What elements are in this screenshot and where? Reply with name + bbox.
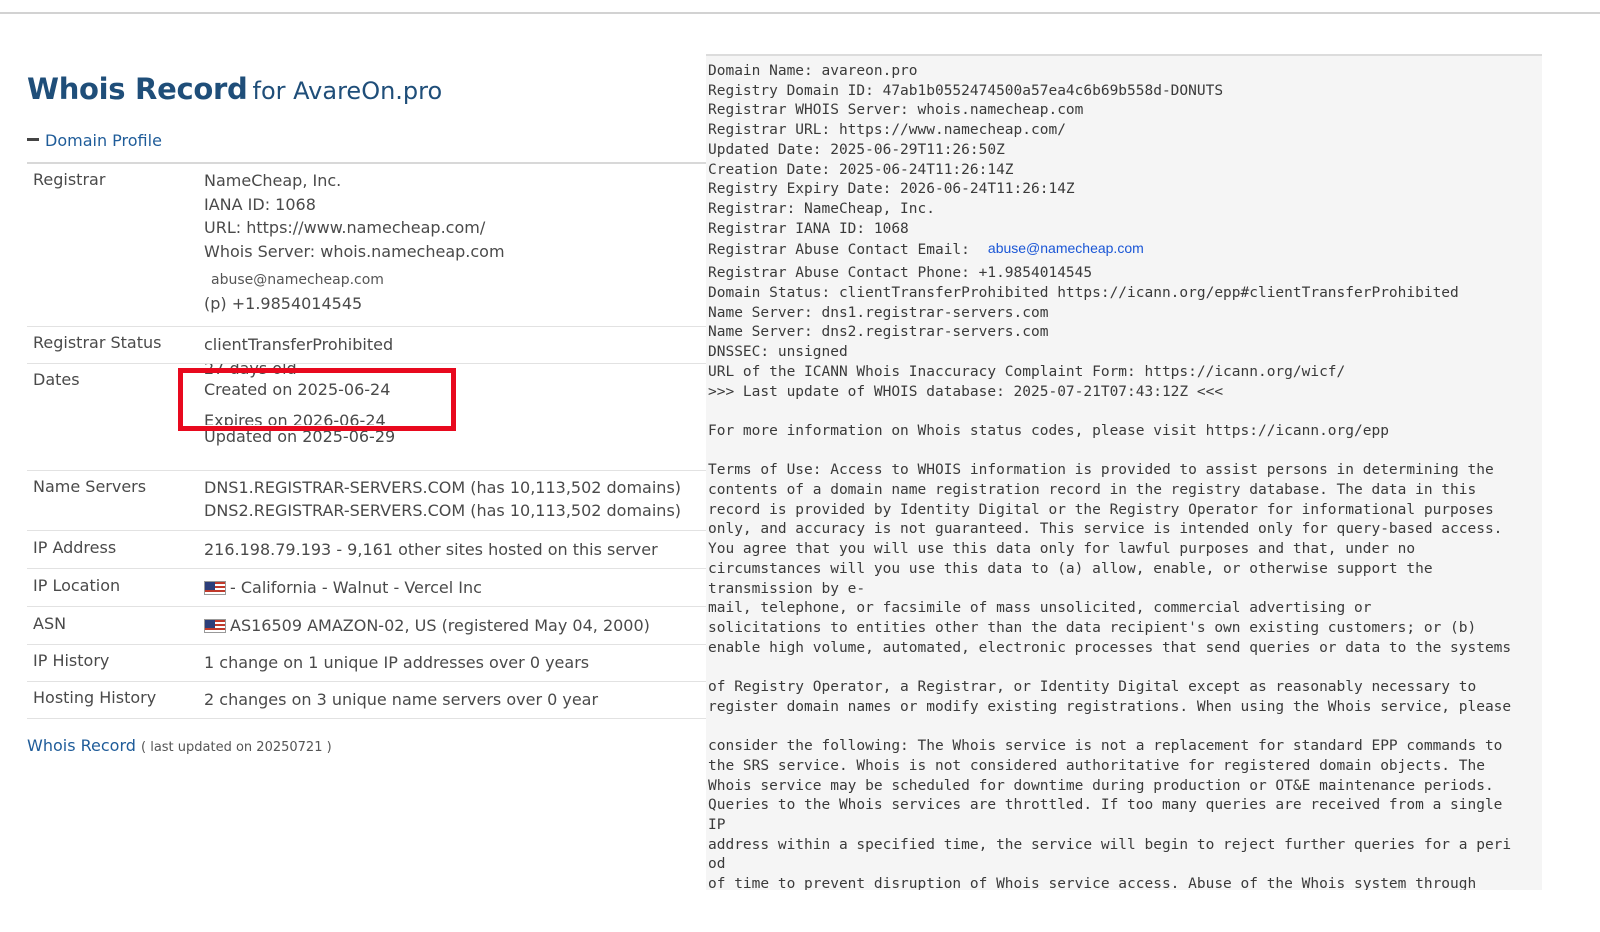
row-value: DNS1.REGISTRAR-SERVERS.COM (has 10,113,5… xyxy=(198,470,707,531)
raw-whois-panel[interactable]: Domain Name: avareon.pro Registry Domain … xyxy=(706,54,1542,890)
ip-location-row: IP Location - California - Walnut - Verc… xyxy=(27,568,707,607)
page-title-main: Whois Record xyxy=(27,72,248,106)
name-servers-row: Name Servers DNS1.REGISTRAR-SERVERS.COM … xyxy=(27,470,707,531)
abuse-email-link[interactable]: abuse@namecheap.com xyxy=(970,240,1144,256)
row-label: Registrar xyxy=(27,164,198,327)
raw-line: only, and accuracy is not guaranteed. Th… xyxy=(708,521,1503,538)
domain-profile-table: Registrar NameCheap, Inc. IANA ID: 1068 … xyxy=(27,164,707,719)
last-updated-note: ( last updated on 20250721 ) xyxy=(141,740,332,755)
raw-line: contents of a domain name registration r… xyxy=(708,482,1477,499)
row-value: clientTransferProhibited xyxy=(198,326,707,364)
raw-line: the SRS service. Whois is not considered… xyxy=(708,757,1485,774)
row-label: Registrar Status xyxy=(27,326,198,364)
row-label: IP Address xyxy=(27,530,198,569)
us-flag-icon xyxy=(204,580,226,595)
raw-line: of Registry Operator, a Registrar, or Id… xyxy=(708,679,1477,696)
registrar-whois-server: Whois Server: whois.namecheap.com xyxy=(204,241,505,261)
ip-address-row: IP Address 216.198.79.193 - 9,161 other … xyxy=(27,530,707,569)
raw-line: solicitations to entities other than the… xyxy=(708,619,1477,636)
raw-line: enable high volume, automated, electroni… xyxy=(708,639,1512,656)
raw-line: Registrar: NameCheap, Inc. xyxy=(708,200,935,217)
row-label: Hosting History xyxy=(27,681,198,719)
raw-blank-line: ​ xyxy=(708,718,1511,738)
page-title-domain: for AvareOn.pro xyxy=(252,77,443,105)
raw-line: Whois service may be scheduled for downt… xyxy=(708,777,1494,794)
raw-line: of time to prevent disruption of Whois s… xyxy=(708,876,1477,890)
raw-line: DNSSEC: unsigned xyxy=(708,344,848,361)
raw-line: consider the following: The Whois servic… xyxy=(708,738,1503,755)
raw-line: URL of the ICANN Whois Inaccuracy Compla… xyxy=(708,363,1346,380)
registrar-status-row: Registrar Status clientTransferProhibite… xyxy=(27,326,707,364)
us-flag-icon xyxy=(204,618,226,633)
raw-line: od xyxy=(708,856,726,873)
row-value: NameCheap, Inc. IANA ID: 1068 URL: https… xyxy=(198,164,707,327)
raw-line: Domain Name: avareon.pro xyxy=(708,63,918,79)
registrar-name: NameCheap, Inc. xyxy=(204,171,342,190)
raw-line: Domain Status: clientTransferProhibited … xyxy=(708,285,1459,302)
raw-line: IP xyxy=(708,817,726,834)
domain-profile-toggle[interactable]: Domain Profile xyxy=(27,131,162,150)
row-value: - California - Walnut - Vercel Inc xyxy=(198,568,707,607)
name-server-1: DNS1.REGISTRAR-SERVERS.COM (has 10,113,5… xyxy=(204,477,682,497)
collapse-minus-icon[interactable] xyxy=(27,138,39,141)
ip-history-row: IP History 1 change on 1 unique IP addre… xyxy=(27,644,707,682)
raw-line: Registrar URL: https://www.namecheap.com… xyxy=(708,122,1066,139)
raw-line: For more information on Whois status cod… xyxy=(708,422,1389,439)
raw-line: Updated Date: 2025-06-29T11:26:50Z xyxy=(708,141,1005,158)
domain-profile-panel: Whois Record for AvareOn.pro Domain Prof… xyxy=(0,0,710,932)
registrar-row: Registrar NameCheap, Inc. IANA ID: 1068 … xyxy=(27,164,707,327)
registrar-url: URL: https://www.namecheap.com/ xyxy=(204,218,486,237)
row-label: Dates xyxy=(27,363,198,471)
registrar-iana: IANA ID: 1068 xyxy=(204,194,316,214)
whois-record-footer: Whois Record ( last updated on 20250721 … xyxy=(27,736,332,755)
asn-row: ASN AS16509 AMAZON-02, US (registered Ma… xyxy=(27,606,707,645)
created-date-highlight-box xyxy=(178,368,456,431)
domain-profile-label[interactable]: Domain Profile xyxy=(45,131,162,150)
raw-line: Queries to the Whois services are thrott… xyxy=(708,797,1503,814)
raw-blank-line: ​ xyxy=(708,442,1511,462)
raw-line: Registrar IANA ID: 1068 xyxy=(708,220,909,237)
row-value: 2 changes on 3 unique name servers over … xyxy=(198,681,707,719)
raw-line: Registry Expiry Date: 2026-06-24T11:26:1… xyxy=(708,181,1075,198)
raw-line: Terms of Use: Access to WHOIS informatio… xyxy=(708,462,1494,479)
row-label: IP Location xyxy=(27,568,198,607)
name-server-2: DNS2.REGISTRAR-SERVERS.COM (has 10,113,5… xyxy=(204,501,682,520)
raw-line: Name Server: dns1.registrar-servers.com xyxy=(708,304,1049,321)
raw-line: Registrar Abuse Contact Email: abuse@name… xyxy=(708,240,1144,259)
raw-line: transmission by e- xyxy=(708,580,866,597)
row-value: 1 change on 1 unique IP addresses over 0… xyxy=(198,644,707,682)
page-title: Whois Record for AvareOn.pro xyxy=(27,72,442,106)
raw-line: >>> Last update of WHOIS database: 2025-… xyxy=(708,383,1224,400)
hosting-history-row: Hosting History 2 changes on 3 unique na… xyxy=(27,681,707,719)
raw-line: You agree that you will use this data on… xyxy=(708,541,1416,558)
raw-line: mail, telephone, or facsimile of mass un… xyxy=(708,600,1372,617)
raw-line: register domain names or modify existing… xyxy=(708,698,1512,715)
raw-line: Name Server: dns2.registrar-servers.com xyxy=(708,324,1049,341)
row-label: ASN xyxy=(27,606,198,645)
raw-whois-text: Domain Name: avareon.pro Registry Domain … xyxy=(708,62,1511,890)
whois-record-link[interactable]: Whois Record xyxy=(27,736,136,755)
raw-line: Registrar WHOIS Server: whois.namecheap.… xyxy=(708,102,1084,119)
raw-line: record is provided by Identity Digital o… xyxy=(708,501,1494,518)
raw-line: Registrar Abuse Contact Phone: +1.985401… xyxy=(708,265,1093,282)
row-label: Name Servers xyxy=(27,470,198,531)
raw-line: address within a specified time, the ser… xyxy=(708,836,1512,853)
raw-line: Registry Domain ID: 47ab1b0552474500a57e… xyxy=(708,82,1224,99)
row-value: 216.198.79.193 - 9,161 other sites hoste… xyxy=(198,530,707,569)
raw-blank-line: ​ xyxy=(708,402,1511,422)
registrar-abuse-email: abuse@namecheap.com xyxy=(211,272,384,288)
raw-line: circumstances will you use this data to … xyxy=(708,560,1433,577)
row-value: AS16509 AMAZON-02, US (registered May 04… xyxy=(198,606,707,645)
row-label: IP History xyxy=(27,644,198,682)
raw-line: Creation Date: 2025-06-24T11:26:14Z xyxy=(708,161,1014,178)
raw-blank-line: ​ xyxy=(708,658,1511,678)
registrar-phone: (p) +1.9854014545 xyxy=(204,294,363,313)
